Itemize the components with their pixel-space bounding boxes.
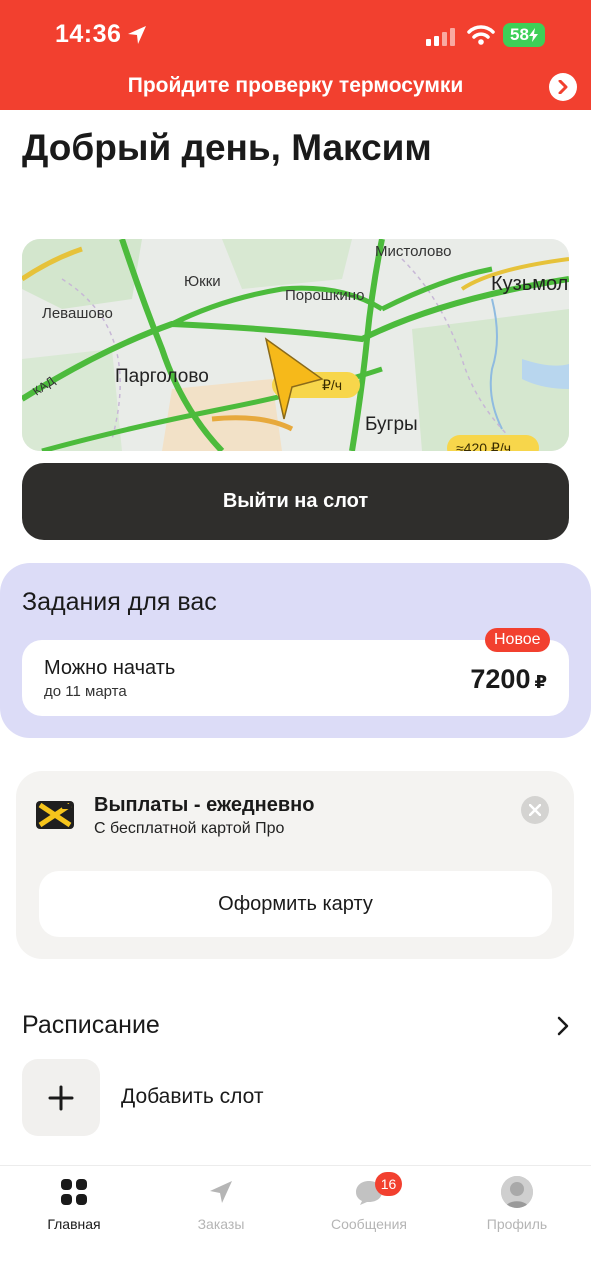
- task-reward: 7200 ₽: [470, 664, 547, 695]
- map-label-mistolovo: Мистолово: [375, 243, 452, 260]
- cellular-signal-icon: [426, 28, 455, 46]
- issue-card-button[interactable]: Оформить карту: [39, 871, 552, 937]
- task-card[interactable]: Можно начать до 11 марта 7200 ₽: [22, 640, 569, 716]
- bottom-tab-bar: Главная Заказы Сообщения Профиль: [0, 1165, 591, 1280]
- status-time: 14:36: [55, 20, 122, 48]
- tab-label: Главная: [47, 1216, 101, 1232]
- tab-label: Сообщения: [331, 1216, 407, 1232]
- location-arrow-icon: [128, 26, 146, 44]
- tab-label: Заказы: [197, 1216, 245, 1232]
- thermo-bag-check-banner[interactable]: Пройдите проверку термосумки: [0, 74, 591, 98]
- traffic-map[interactable]: Мистолово Юкки Порошкино Кузьмол Левашов…: [22, 239, 569, 451]
- task-title: Можно начать: [44, 657, 176, 679]
- map-label-pargolovo: Парголово: [115, 366, 209, 387]
- payouts-title: Выплаты - ежедневно: [94, 794, 315, 816]
- tab-profile[interactable]: Профиль: [457, 1176, 577, 1232]
- banner-chevron-button[interactable]: [549, 73, 577, 101]
- close-icon: [529, 804, 541, 816]
- map-label-yukki: Юкки: [184, 273, 221, 290]
- charging-bolt-icon: [528, 28, 538, 42]
- avatar-image: [501, 1176, 533, 1208]
- map-rate-pill: ₽/ч: [322, 377, 343, 393]
- chevron-right-icon[interactable]: [555, 1015, 571, 1037]
- map-label-kuzmolovo: Кузьмол: [491, 273, 569, 295]
- unread-messages-badge: 16: [375, 1172, 402, 1196]
- map-label-levashovo: Левашово: [42, 305, 113, 322]
- battery-level: 58: [510, 25, 529, 44]
- payouts-subtitle: С бесплатной картой Про: [94, 820, 285, 837]
- navigation-arrow-icon: [210, 1181, 232, 1203]
- close-button[interactable]: [521, 796, 549, 824]
- tab-home[interactable]: Главная: [14, 1176, 134, 1232]
- plus-icon: [48, 1085, 74, 1110]
- battery-indicator: 58: [503, 23, 545, 47]
- tab-orders[interactable]: Заказы: [161, 1176, 281, 1232]
- greeting-title: Добрый день, Максим: [22, 127, 432, 168]
- add-slot-button[interactable]: [22, 1059, 100, 1136]
- add-slot-label[interactable]: Добавить слот: [121, 1085, 263, 1109]
- task-price-value: 7200: [470, 664, 531, 694]
- avatar: [501, 1176, 533, 1208]
- currency-symbol: ₽: [534, 672, 547, 692]
- map-rate-pill: ≈420 ₽/ч: [456, 440, 512, 451]
- map-canvas: [22, 239, 569, 451]
- map-label-poroshkino: Порошкино: [285, 287, 365, 304]
- pro-card-icon: [36, 801, 74, 829]
- daily-payouts-card: Выплаты - ежедневно С бесплатной картой …: [16, 771, 574, 959]
- wifi-icon: [467, 25, 495, 45]
- new-badge: Новое: [485, 628, 550, 652]
- task-deadline: до 11 марта: [44, 683, 127, 700]
- map-label-bugry: Бугры: [365, 414, 418, 435]
- schedule-title[interactable]: Расписание: [22, 1011, 160, 1040]
- go-to-slot-button[interactable]: Выйти на слот: [22, 463, 569, 540]
- top-bar: 14:36 58 Пройдите проверку термосумки: [0, 0, 591, 110]
- grid-icon: [61, 1179, 87, 1205]
- tab-messages[interactable]: Сообщения: [309, 1176, 429, 1232]
- chevron-right-icon: [558, 80, 568, 94]
- tab-label: Профиль: [486, 1216, 548, 1232]
- tasks-title: Задания для вас: [22, 588, 217, 616]
